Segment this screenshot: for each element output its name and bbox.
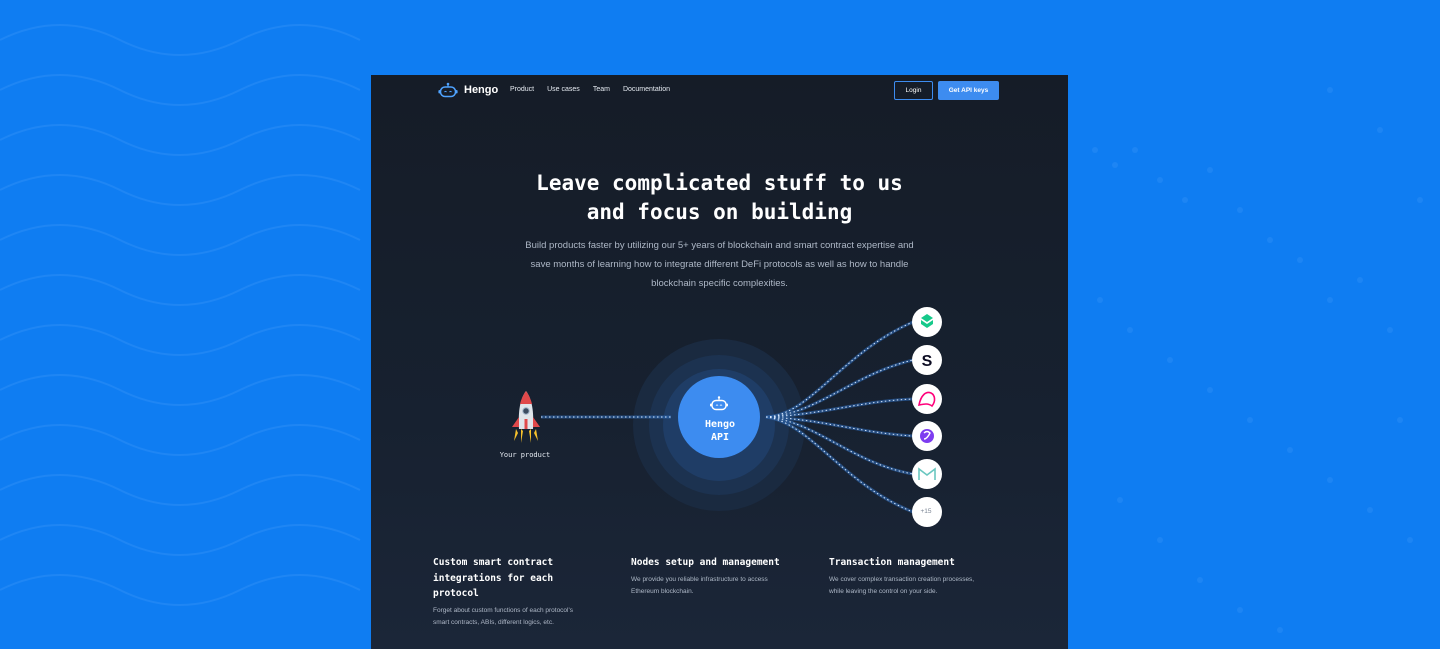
feature-title-line: Custom smart contract	[433, 557, 554, 568]
website-frame: Hengo Product Use cases Team Documentati…	[371, 75, 1068, 649]
brand-logo[interactable]: Hengo	[438, 82, 498, 98]
feature-nodes-setup: Nodes setup and management We provide yo…	[631, 555, 806, 598]
synthetix-icon: S	[922, 353, 933, 370]
hero-subtitle-line-2: save months of learning how to integrate…	[530, 259, 909, 270]
feature-custom-contracts: Custom smart contract integrations for e…	[433, 555, 608, 629]
hero-title-line-1: Leave complicated stuff to us	[536, 171, 903, 195]
feature-title-line: Transaction management	[829, 557, 955, 568]
protocol-maker[interactable]	[912, 459, 942, 489]
feature-title: Custom smart contract integrations for e…	[433, 555, 608, 602]
protocol-compound[interactable]	[912, 307, 942, 337]
hero-subtitle-line-1: Build products faster by utilizing our 5…	[525, 240, 914, 251]
feature-description-line: We cover complex transaction creation pr…	[829, 575, 975, 583]
feature-description-line: Ethereum blockchain.	[631, 587, 694, 595]
nav-link-documentation[interactable]: Documentation	[623, 86, 670, 93]
brand-name: Hengo	[464, 84, 499, 96]
hero-subtitle-line-3: blockchain specific complexities.	[651, 278, 788, 289]
feature-title: Transaction management	[829, 555, 1004, 571]
feature-description-line: smart contracts, ABIs, different logics,…	[433, 618, 554, 626]
nav-links: Product Use cases Team Documentation	[510, 86, 670, 93]
feature-title-line: Nodes setup and management	[631, 557, 780, 568]
hengo-api-label-line-1: Hengo	[704, 419, 736, 430]
nav-link-team[interactable]: Team	[593, 86, 610, 93]
protocol-uniswap[interactable]	[912, 384, 942, 414]
login-button[interactable]: Login	[894, 81, 933, 100]
hero-title: Leave complicated stuff to us and focus …	[371, 169, 1068, 227]
feature-description: We provide you reliable infrastructure t…	[631, 574, 806, 598]
hengo-api-node	[678, 376, 760, 458]
robot-icon	[438, 82, 458, 98]
your-product-label: Your product	[499, 451, 551, 459]
top-nav: Hengo Product Use cases Team Documentati…	[371, 75, 1068, 107]
hero-subtitle: Build products faster by utilizing our 5…	[499, 236, 940, 293]
feature-title: Nodes setup and management	[631, 555, 806, 571]
protocol-polygon[interactable]	[912, 421, 942, 451]
hengo-api-label-line-2: API	[710, 432, 730, 443]
protocol-synthetix[interactable]: S	[912, 345, 942, 375]
feature-transaction-management: Transaction management We cover complex …	[829, 555, 1004, 598]
feature-title-line: integrations for each	[433, 572, 554, 584]
feature-description: Forget about custom functions of each pr…	[433, 605, 608, 629]
feature-title-line: protocol	[433, 588, 479, 599]
feature-description-line: while leaving the control on your side.	[829, 587, 938, 595]
hengo-api-label: Hengo API	[678, 418, 762, 444]
rocket-icon	[512, 391, 540, 443]
nav-link-product[interactable]: Product	[510, 86, 534, 93]
get-api-keys-button[interactable]: Get API keys	[938, 81, 999, 100]
nav-link-use-cases[interactable]: Use cases	[547, 86, 580, 93]
feature-description-line: We provide you reliable infrastructure t…	[631, 575, 768, 583]
more-protocols-label: +15	[920, 508, 932, 515]
feature-description: We cover complex transaction creation pr…	[829, 574, 1004, 598]
hero-title-line-2: and focus on building	[586, 200, 853, 224]
feature-description-line: Forget about custom functions of each pr…	[433, 606, 573, 614]
